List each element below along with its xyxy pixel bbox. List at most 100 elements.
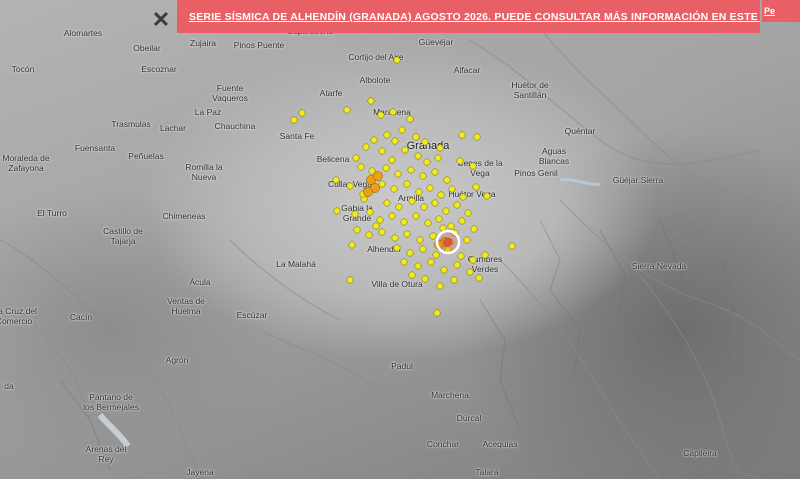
earthquake-marker[interactable] (453, 261, 461, 269)
earthquake-marker[interactable] (416, 236, 424, 244)
earthquake-marker[interactable] (412, 212, 420, 220)
alert-banner[interactable]: SERIE SÍSMICA DE ALHENDÍN (GRANADA) AGOS… (177, 0, 760, 33)
earthquake-marker[interactable] (436, 282, 444, 290)
earthquake-marker[interactable] (408, 271, 416, 279)
earthquake-marker[interactable] (473, 133, 481, 141)
earthquake-marker[interactable] (412, 133, 420, 141)
earthquake-marker[interactable] (351, 210, 359, 218)
earthquake-marker[interactable] (290, 116, 298, 124)
earthquake-marker[interactable] (447, 222, 455, 230)
earthquake-marker[interactable] (415, 188, 423, 196)
earthquake-marker[interactable] (298, 109, 306, 117)
earthquake-marker[interactable] (414, 262, 422, 270)
earthquake-marker[interactable] (419, 172, 427, 180)
earthquake-marker-medium[interactable] (363, 187, 373, 197)
earthquake-marker[interactable] (401, 146, 409, 154)
earthquake-marker[interactable] (469, 162, 477, 170)
earthquake-marker[interactable] (378, 180, 386, 188)
earthquake-marker[interactable] (333, 207, 341, 215)
earthquake-marker[interactable] (458, 131, 466, 139)
earthquake-marker[interactable] (403, 180, 411, 188)
earthquake-marker[interactable] (448, 185, 456, 193)
earthquake-marker[interactable] (443, 176, 451, 184)
earthquake-marker[interactable] (470, 225, 478, 233)
earthquake-marker[interactable] (429, 232, 437, 240)
earthquake-marker[interactable] (388, 212, 396, 220)
earthquake-marker[interactable] (481, 251, 489, 259)
earthquake-marker[interactable] (432, 251, 440, 259)
earthquake-marker[interactable] (382, 164, 390, 172)
earthquake-marker[interactable] (391, 137, 399, 145)
earthquake-marker[interactable] (352, 154, 360, 162)
earthquake-marker[interactable] (395, 203, 403, 211)
earthquake-marker[interactable] (391, 234, 399, 242)
earthquake-marker[interactable] (406, 115, 414, 123)
earthquake-marker[interactable] (508, 242, 516, 250)
earthquake-marker[interactable] (437, 191, 445, 199)
earthquake-marker[interactable] (475, 274, 483, 282)
earthquake-marker[interactable] (400, 258, 408, 266)
earthquake-marker[interactable] (433, 309, 441, 317)
earthquake-marker[interactable] (414, 152, 422, 160)
earthquake-marker[interactable] (458, 217, 466, 225)
earthquake-marker[interactable] (348, 241, 356, 249)
earthquake-marker[interactable] (390, 185, 398, 193)
earthquake-marker[interactable] (408, 197, 416, 205)
earthquake-marker[interactable] (436, 144, 444, 152)
banner-link[interactable]: SERIE SÍSMICA DE ALHENDÍN (GRANADA) AGOS… (189, 11, 760, 23)
earthquake-marker[interactable] (456, 157, 464, 165)
earthquake-marker[interactable] (388, 156, 396, 164)
earthquake-marker[interactable] (421, 275, 429, 283)
earthquake-marker[interactable] (357, 163, 365, 171)
earthquake-marker[interactable] (483, 192, 491, 200)
earthquake-marker[interactable] (346, 276, 354, 284)
earthquake-marker[interactable] (372, 222, 380, 230)
earthquake-marker[interactable] (420, 203, 428, 211)
earthquake-marker[interactable] (365, 231, 373, 239)
earthquake-marker[interactable] (464, 209, 472, 217)
earthquake-marker[interactable] (442, 207, 450, 215)
earthquake-marker[interactable] (407, 166, 415, 174)
earthquake-marker[interactable] (332, 176, 340, 184)
close-banner-button[interactable]: ✕ (150, 9, 172, 31)
earthquake-marker[interactable] (378, 147, 386, 155)
earthquake-marker[interactable] (370, 136, 378, 144)
earthquake-marker[interactable] (393, 56, 401, 64)
terrain-map[interactable]: CubillasAlomartesObeilarZujairaPinos Pue… (0, 0, 800, 479)
earthquake-marker[interactable] (394, 170, 402, 178)
earthquake-marker[interactable] (459, 193, 467, 201)
earthquake-marker[interactable] (453, 201, 461, 209)
earthquake-marker[interactable] (383, 199, 391, 207)
earthquake-marker[interactable] (469, 256, 477, 264)
earthquake-marker[interactable] (427, 258, 435, 266)
earthquake-marker[interactable] (426, 184, 434, 192)
earthquake-marker[interactable] (472, 183, 480, 191)
earthquake-marker[interactable] (367, 97, 375, 105)
earthquake-marker[interactable] (423, 158, 431, 166)
earthquake-marker[interactable] (353, 226, 361, 234)
earthquake-marker[interactable] (435, 215, 443, 223)
earthquake-marker[interactable] (400, 218, 408, 226)
earthquake-marker[interactable] (377, 111, 385, 119)
earthquake-marker[interactable] (362, 143, 370, 151)
selected-earthquake-marker[interactable] (443, 237, 453, 247)
earthquake-marker[interactable] (466, 268, 474, 276)
earthquake-marker[interactable] (376, 216, 384, 224)
earthquake-marker[interactable] (343, 106, 351, 114)
earthquake-marker[interactable] (406, 249, 414, 257)
earthquake-marker[interactable] (383, 131, 391, 139)
earthquake-marker[interactable] (431, 199, 439, 207)
earthquake-marker[interactable] (421, 138, 429, 146)
earthquake-marker[interactable] (434, 154, 442, 162)
earthquake-marker[interactable] (346, 182, 354, 190)
earthquake-marker[interactable] (403, 230, 411, 238)
earthquake-marker[interactable] (398, 126, 406, 134)
earthquake-marker[interactable] (378, 228, 386, 236)
earthquake-marker[interactable] (440, 266, 448, 274)
earthquake-marker[interactable] (424, 219, 432, 227)
earthquake-marker-medium[interactable] (373, 171, 383, 181)
banner-edge-link[interactable]: Pe (762, 0, 800, 22)
earthquake-marker[interactable] (393, 244, 401, 252)
earthquake-marker[interactable] (389, 108, 397, 116)
earthquake-marker[interactable] (457, 252, 465, 260)
